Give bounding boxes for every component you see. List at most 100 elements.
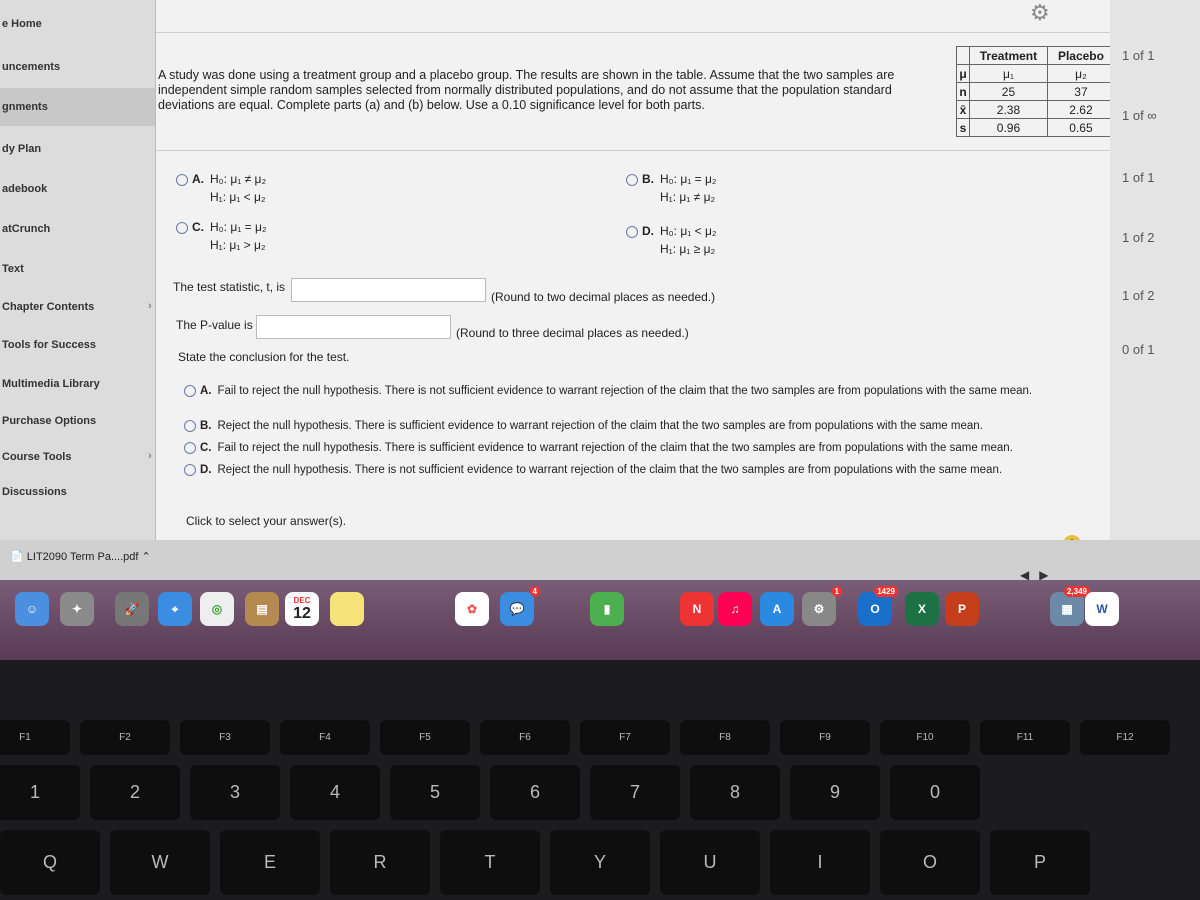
function-key[interactable]: F3: [180, 720, 270, 755]
p-value-input[interactable]: [256, 315, 451, 339]
key-o[interactable]: O: [880, 830, 980, 895]
question-progress[interactable]: 1 of 2: [1122, 230, 1155, 245]
gear-icon[interactable]: ⚙: [1030, 0, 1050, 26]
word-icon[interactable]: W: [1085, 592, 1119, 626]
question-progress[interactable]: 1 of ∞: [1122, 108, 1157, 123]
key-i[interactable]: I: [770, 830, 870, 895]
conclusion-option[interactable]: A. Fail to reject the null hypothesis. Th…: [184, 385, 1074, 397]
sidebar-item[interactable]: Purchase Options: [0, 402, 160, 440]
key-p[interactable]: P: [990, 830, 1090, 895]
key-3[interactable]: 3: [190, 765, 280, 820]
conclusion-option[interactable]: B. Reject the null hypothesis. There is s…: [184, 420, 1074, 432]
safari-icon[interactable]: ⌖: [158, 592, 192, 626]
key-7[interactable]: 7: [590, 765, 680, 820]
hypothesis-option[interactable]: D. H₀: μ₁ < μ₂ H₁: μ₁ ≥ μ₂: [626, 222, 717, 258]
sidebar-item[interactable]: Text: [0, 250, 160, 288]
sidebar-item[interactable]: Multimedia Library: [0, 365, 160, 403]
key-9[interactable]: 9: [790, 765, 880, 820]
key-5[interactable]: 5: [390, 765, 480, 820]
key-6[interactable]: 6: [490, 765, 580, 820]
siri-icon[interactable]: ✦: [60, 592, 94, 626]
sidebar-item[interactable]: Course Tools: [0, 438, 160, 476]
key-t[interactable]: T: [440, 830, 540, 895]
key-e[interactable]: E: [220, 830, 320, 895]
key-8[interactable]: 8: [690, 765, 780, 820]
table-row: n 25 37: [956, 82, 1116, 101]
question-progress[interactable]: 0 of 1: [1122, 342, 1155, 357]
conclusion-option[interactable]: C. Fail to reject the null hypothesis. Th…: [184, 442, 1074, 454]
app-store-icon[interactable]: A: [760, 592, 794, 626]
function-key[interactable]: F12: [1080, 720, 1170, 755]
calendar-icon[interactable]: DEC 12: [285, 592, 319, 626]
key-4[interactable]: 4: [290, 765, 380, 820]
radio-button[interactable]: [184, 385, 196, 397]
key-r[interactable]: R: [330, 830, 430, 895]
function-key[interactable]: F2: [80, 720, 170, 755]
function-key[interactable]: F11: [980, 720, 1070, 755]
contacts-icon[interactable]: ▤: [245, 592, 279, 626]
function-key[interactable]: F5: [380, 720, 470, 755]
finder-icon[interactable]: ☺: [15, 592, 49, 626]
outlook-letter: O: [870, 602, 880, 616]
function-key[interactable]: F10: [880, 720, 970, 755]
photos-icon[interactable]: ✿: [455, 592, 489, 626]
download-item[interactable]: 📄 LIT2090 Term Pa....pdf ⌃: [10, 550, 151, 563]
radio-button[interactable]: [176, 173, 188, 186]
preview-icon[interactable]: ▦ 2,349: [1050, 586, 1090, 626]
radio-button[interactable]: [184, 464, 196, 476]
function-key[interactable]: F1: [0, 720, 70, 755]
hypothesis-option[interactable]: B. H₀: μ₁ = μ₂ H₁: μ₁ ≠ μ₂: [626, 170, 717, 206]
function-key[interactable]: F6: [480, 720, 570, 755]
key-q[interactable]: Q: [0, 830, 100, 895]
radio-button[interactable]: [626, 225, 638, 238]
radio-button[interactable]: [184, 442, 196, 454]
sidebar-item[interactable]: Discussions: [0, 473, 160, 511]
null-hypothesis: H₀: μ₁ ≠ μ₂: [210, 172, 267, 186]
conclusion-option[interactable]: D. Reject the null hypothesis. There is n…: [184, 464, 1074, 476]
sidebar-item[interactable]: e Home: [0, 5, 160, 43]
notes-icon[interactable]: [330, 592, 364, 626]
messages-icon[interactable]: 💬 4: [500, 586, 540, 626]
function-key[interactable]: F7: [580, 720, 670, 755]
data-table: Treatment Placebo μ μ₁ μ₂ n 25 37 x̄ 2.38 2.62 s 0.9…: [956, 46, 1116, 137]
music-icon[interactable]: ♫: [718, 592, 752, 626]
key-w[interactable]: W: [110, 830, 210, 895]
chevron-right-icon[interactable]: ›: [148, 300, 152, 312]
chrome-icon[interactable]: ◎: [200, 592, 234, 626]
function-key[interactable]: F8: [680, 720, 770, 755]
key-2[interactable]: 2: [90, 765, 180, 820]
key-y[interactable]: Y: [550, 830, 650, 895]
question-progress[interactable]: 1 of 2: [1122, 288, 1155, 303]
function-key[interactable]: F4: [280, 720, 370, 755]
table-header-row: Treatment Placebo: [956, 46, 1116, 65]
chevron-right-icon[interactable]: ›: [148, 450, 152, 462]
question-progress[interactable]: 1 of 1: [1122, 48, 1155, 63]
radio-button[interactable]: [184, 420, 196, 432]
launchpad-icon[interactable]: 🚀: [115, 592, 149, 626]
sidebar-item[interactable]: uncements: [0, 48, 160, 86]
system-preferences-icon[interactable]: ⚙ 1: [802, 586, 842, 626]
sidebar-item[interactable]: adebook: [0, 170, 160, 208]
numbers-icon[interactable]: ▮: [590, 592, 624, 626]
news-icon[interactable]: N: [680, 592, 714, 626]
hypothesis-option[interactable]: C. H₀: μ₁ = μ₂ H₁: μ₁ > μ₂: [176, 218, 267, 254]
excel-icon[interactable]: X: [905, 592, 939, 626]
question-progress[interactable]: 1 of 1: [1122, 170, 1155, 185]
sidebar-item[interactable]: dy Plan: [0, 130, 160, 168]
key-1[interactable]: 1: [0, 765, 80, 820]
key-0[interactable]: 0: [890, 765, 980, 820]
function-key[interactable]: F9: [780, 720, 870, 755]
radio-button[interactable]: [626, 173, 638, 186]
powerpoint-icon[interactable]: P: [945, 592, 979, 626]
radio-button[interactable]: [176, 221, 188, 234]
table-cell: μ₁: [969, 64, 1048, 83]
key-u[interactable]: U: [660, 830, 760, 895]
test-stat-input[interactable]: [291, 278, 486, 302]
sidebar-item[interactable]: Tools for Success: [0, 326, 160, 364]
hypothesis-option[interactable]: A. H₀: μ₁ ≠ μ₂ H₁: μ₁ < μ₂: [176, 170, 266, 206]
outlook-icon[interactable]: O 1429: [858, 586, 898, 626]
sidebar-item[interactable]: Chapter Contents: [0, 288, 160, 326]
sidebar-item[interactable]: atCrunch: [0, 210, 160, 248]
p-value-label: The P-value is: [176, 318, 253, 332]
sidebar-item[interactable]: gnments: [0, 88, 160, 126]
